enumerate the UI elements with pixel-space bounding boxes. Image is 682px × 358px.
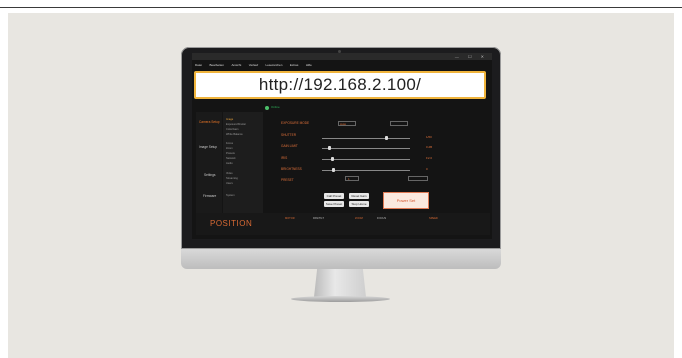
param-brightness: BRIGHTNESS (281, 167, 302, 171)
category-image-setup[interactable]: Image Setup (199, 145, 217, 149)
stat-zoom: ZOOM (355, 217, 363, 220)
param-preset: PRESET (281, 178, 294, 182)
menu-bookmarks[interactable]: Lesezeichen (266, 62, 283, 69)
subnav-item[interactable]: Zoom (226, 147, 233, 150)
category-sidebar (196, 112, 222, 220)
stop-home-button[interactable]: Stop Home (349, 201, 369, 207)
subnav-item[interactable]: System (226, 194, 235, 197)
gain-slider[interactable] (322, 148, 410, 149)
position-title: POSITION (210, 219, 253, 228)
save-preset-button[interactable]: Save Preset (324, 201, 344, 207)
preset-value: 1 (348, 177, 350, 181)
monitor-chin (181, 249, 501, 269)
brightness-value: 0 (426, 167, 428, 171)
subnav-item[interactable]: Exposure/Shutter (226, 123, 246, 126)
shutter-value: 1/60 (426, 135, 432, 139)
shutter-slider-knob[interactable] (385, 136, 388, 140)
window-controls[interactable]: — ☐ ✕ (455, 53, 488, 60)
subnav-item[interactable]: Image (226, 118, 233, 121)
power-set-button[interactable]: Power Set (383, 192, 429, 209)
stat-motor: MOTOR (285, 217, 295, 220)
param-iris: IRIS (281, 156, 288, 160)
category-camera-setup[interactable]: Camera Setup (199, 120, 220, 124)
subnav-item[interactable]: Audio (226, 162, 233, 165)
stat-pan-tilt: PAN/TILT (313, 217, 324, 220)
monitor-stand (314, 269, 366, 297)
monitor-foot (291, 296, 390, 302)
param-exposure-mode: EXPOSURE MODE (281, 121, 310, 125)
subnav-item[interactable]: Network (226, 157, 236, 160)
menu-edit[interactable]: Bearbeiten (209, 62, 224, 69)
url-text: http://192.168.2.100/ (258, 75, 422, 94)
preset-speed-field[interactable] (408, 176, 428, 181)
subnav-item[interactable]: Focus (226, 142, 233, 145)
shutter-slider[interactable] (322, 138, 410, 139)
brightness-slider-knob[interactable] (332, 168, 335, 172)
top-rule (0, 7, 682, 8)
brightness-slider[interactable] (322, 170, 410, 171)
subnav-item[interactable]: White Balance (226, 133, 243, 136)
menu-file[interactable]: Datei (195, 62, 202, 69)
menu-history[interactable]: Verlauf (249, 62, 258, 69)
gain-slider-knob[interactable] (328, 146, 331, 150)
stat-speed: SPEED (429, 217, 438, 220)
subnav-item[interactable]: Presets (226, 152, 235, 155)
status-label: Online (271, 105, 280, 109)
param-shutter: SHUTTER (281, 133, 297, 137)
status-indicator-icon (265, 106, 269, 110)
call-preset-button[interactable]: Call Preset (324, 193, 344, 199)
subnav-item[interactable]: Video (226, 172, 233, 175)
subnav-item[interactable]: Color/Gain (226, 128, 238, 131)
auto-select[interactable] (390, 121, 408, 126)
browser-menubar: Datei Bearbeiten Ansicht Verlauf Lesezei… (192, 53, 492, 67)
category-firmware[interactable]: Firmware (203, 194, 216, 198)
subnav-item[interactable]: Users (226, 182, 233, 185)
iris-value: F2.0 (426, 156, 433, 160)
stat-focus: FOCUS (377, 217, 387, 220)
menu-help[interactable]: Hilfe (306, 62, 312, 69)
reset-gain-button[interactable]: Reset Gain (349, 193, 369, 199)
exposure-mode-value: Auto (340, 122, 347, 126)
url-bar[interactable]: http://192.168.2.100/ (194, 71, 486, 99)
iris-slider[interactable] (322, 159, 410, 160)
iris-slider-knob[interactable] (331, 157, 334, 161)
gain-value: 0 dB (426, 145, 433, 149)
menu-tools[interactable]: Extras (290, 62, 299, 69)
param-gain-limit: GAIN LIMIT (281, 144, 298, 148)
subnav-item[interactable]: Streaming (226, 177, 238, 180)
menu-view[interactable]: Ansicht (231, 62, 241, 69)
category-settings[interactable]: Settings (204, 173, 216, 177)
